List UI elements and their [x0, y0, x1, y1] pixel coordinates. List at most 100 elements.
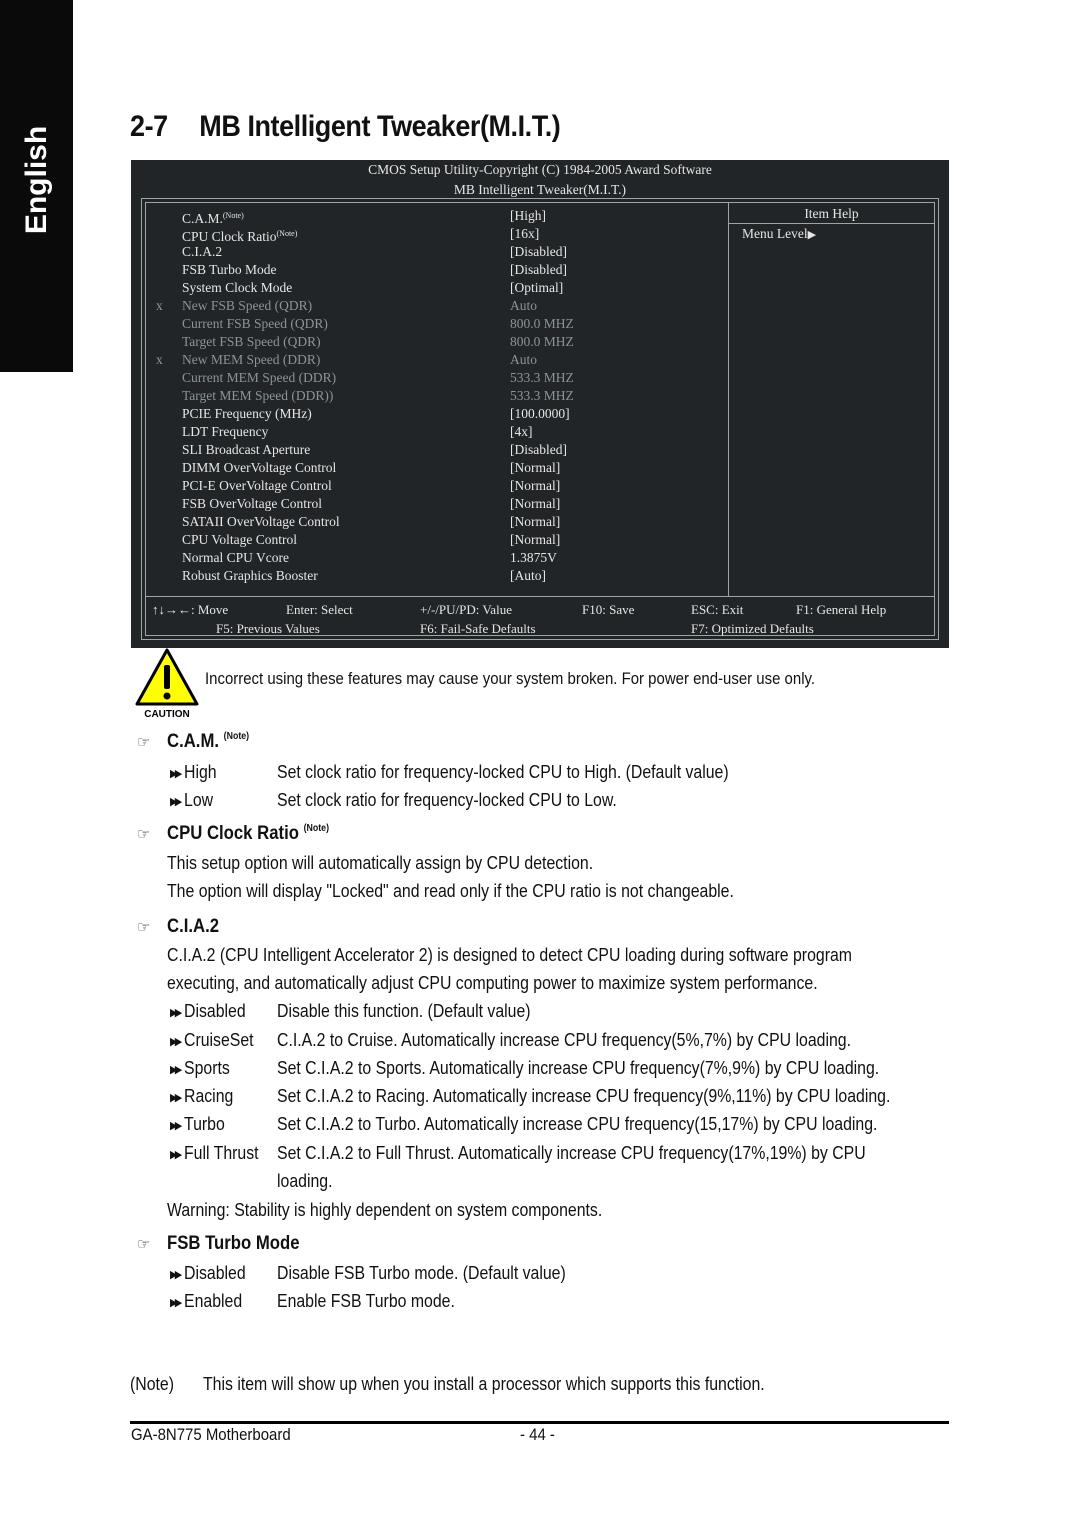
- bios-item-label: LDT Frequency: [182, 423, 268, 441]
- bios-item-label-text: SLI Broadcast Aperture: [182, 442, 311, 457]
- disabled-mark: x: [156, 298, 163, 313]
- bios-item-label-text: PCIE Frequency (MHz): [182, 406, 312, 421]
- bios-item-label-text: LDT Frequency: [182, 424, 269, 439]
- option-name: Turbo: [184, 1114, 225, 1134]
- pointing-hand-icon: ☞: [137, 826, 151, 843]
- bios-menu-item[interactable]: Robust Graphics Booster [Auto]: [146, 567, 721, 585]
- bios-menu-item[interactable]: SLI Broadcast Aperture [Disabled]: [146, 441, 721, 459]
- bios-key-separator: [146, 596, 934, 597]
- bios-menu-item[interactable]: Normal CPU Vcore 1.3875V: [146, 549, 721, 567]
- bios-menu-item[interactable]: x New MEM Speed (DDR) Auto: [146, 351, 721, 369]
- double-arrow-icon: ▶▶: [170, 1036, 182, 1048]
- cam-note-mark: (Note): [223, 731, 250, 742]
- cia2-option-desc: Set C.I.A.2 to Racing. Automatically inc…: [277, 1086, 891, 1106]
- bios-item-value[interactable]: [High]: [510, 207, 546, 225]
- cia2-line-1: C.I.A.2 (CPU Intelligent Accelerator 2) …: [167, 945, 852, 965]
- bios-item-label-text: Target MEM Speed (DDR)): [182, 388, 334, 403]
- bios-item-value[interactable]: [Normal]: [510, 513, 560, 531]
- bios-item-value[interactable]: [16x]: [510, 225, 539, 243]
- bios-item-label-text: CPU Voltage Control: [182, 532, 298, 547]
- footer-model: GA-8N775 Motherboard: [131, 1425, 291, 1444]
- bios-menu-item[interactable]: PCI-E OverVoltage Control [Normal]: [146, 477, 721, 495]
- key-exit: ESC: Exit: [691, 602, 744, 617]
- bios-item-label: PCIE Frequency (MHz): [182, 405, 312, 423]
- bios-menu-item[interactable]: Current FSB Speed (QDR) 800.0 MHZ: [146, 315, 721, 333]
- pointing-hand-icon: ☞: [137, 919, 151, 936]
- bios-menu-item[interactable]: Target FSB Speed (QDR) 800.0 MHZ: [146, 333, 721, 351]
- bios-item-label: Normal CPU Vcore: [182, 549, 289, 567]
- bios-item-label-text: PCI-E OverVoltage Control: [182, 478, 332, 493]
- double-arrow-icon: ▶▶: [170, 1092, 182, 1104]
- double-arrow-icon: ▶▶: [170, 1269, 182, 1281]
- bios-item-label: Current MEM Speed (DDR): [182, 369, 336, 387]
- bios-menu-item[interactable]: PCIE Frequency (MHz) [100.0000]: [146, 405, 721, 423]
- bios-menu-item[interactable]: SATAII OverVoltage Control [Normal]: [146, 513, 721, 531]
- bios-item-value[interactable]: [Optimal]: [510, 279, 563, 297]
- bios-menu-item[interactable]: LDT Frequency [4x]: [146, 423, 721, 441]
- bios-item-label: New MEM Speed (DDR): [182, 351, 320, 369]
- cia2-option-desc: Set C.I.A.2 to Full Thrust. Automaticall…: [277, 1143, 866, 1163]
- double-arrow-icon: ▶▶: [170, 1149, 182, 1161]
- bios-menu-item[interactable]: DIMM OverVoltage Control [Normal]: [146, 459, 721, 477]
- bios-item-value[interactable]: [Disabled]: [510, 243, 567, 261]
- language-label: English: [19, 125, 53, 235]
- bios-menu-item[interactable]: C.I.A.2 [Disabled]: [146, 243, 721, 261]
- footer-page-number: - 44 -: [520, 1425, 555, 1444]
- bios-item-label-text: C.A.M.: [182, 211, 223, 226]
- cpu-ratio-note-mark: (Note): [303, 823, 330, 834]
- bios-menu-item[interactable]: Current MEM Speed (DDR) 533.3 MHZ: [146, 369, 721, 387]
- bios-item-value[interactable]: [Normal]: [510, 495, 560, 513]
- note-mark: (Note): [276, 229, 298, 238]
- bios-item-value[interactable]: [Normal]: [510, 459, 560, 477]
- option-name: Sports: [184, 1058, 230, 1078]
- cpu-ratio-heading: CPU Clock Ratio (Note): [167, 823, 329, 845]
- pointing-hand-icon: ☞: [137, 1236, 151, 1253]
- bios-item-value[interactable]: 533.3 MHZ: [510, 387, 574, 405]
- cpu-ratio-heading-text: CPU Clock Ratio: [167, 823, 299, 844]
- bios-item-label: Current FSB Speed (QDR): [182, 315, 328, 333]
- option-name: Low: [184, 790, 214, 810]
- bios-item-label-text: CPU Clock Ratio: [182, 229, 277, 244]
- bios-menu-item[interactable]: System Clock Mode [Optimal]: [146, 279, 721, 297]
- bios-menu-item[interactable]: x New FSB Speed (QDR) Auto: [146, 297, 721, 315]
- bios-item-label-text: System Clock Mode: [182, 280, 293, 295]
- bios-item-label: Target FSB Speed (QDR): [182, 333, 321, 351]
- option-name: High: [184, 762, 217, 782]
- fsb-turbo-heading: FSB Turbo Mode: [167, 1233, 300, 1254]
- bios-menu-item[interactable]: FSB Turbo Mode [Disabled]: [146, 261, 721, 279]
- cia2-option-desc: Disable this function. (Default value): [277, 1001, 531, 1021]
- note-label: (Note): [130, 1374, 175, 1394]
- bios-item-value[interactable]: [Auto]: [510, 567, 546, 585]
- bios-item-value[interactable]: Auto: [510, 297, 537, 315]
- caution-icon: CAUTION: [135, 648, 199, 719]
- bios-item-label-text: New MEM Speed (DDR): [182, 352, 321, 367]
- bios-item-value[interactable]: [100.0000]: [510, 405, 570, 423]
- caution-text: Incorrect using these features may cause…: [205, 669, 816, 688]
- bios-menu-item[interactable]: CPU Clock Ratio(Note) [16x]: [146, 225, 721, 244]
- fsb-option-disabled: ▶▶ Disabled: [170, 1263, 246, 1284]
- cia2-heading: C.I.A.2: [167, 916, 220, 937]
- bios-item-value[interactable]: 800.0 MHZ: [510, 315, 574, 333]
- bios-item-value[interactable]: 800.0 MHZ: [510, 333, 574, 351]
- bios-item-value[interactable]: [Normal]: [510, 531, 560, 549]
- key-optimized-defaults: F7: Optimized Defaults: [691, 621, 814, 636]
- cia2-fullthrust-desc-cont: loading.: [277, 1171, 333, 1191]
- bios-item-value[interactable]: 1.3875V: [510, 549, 557, 567]
- bios-item-value[interactable]: [Normal]: [510, 477, 560, 495]
- bios-menu-item[interactable]: C.A.M.(Note) [High]: [146, 207, 721, 226]
- bios-item-value[interactable]: [Disabled]: [510, 441, 567, 459]
- bios-menu-item[interactable]: Target MEM Speed (DDR)) 533.3 MHZ: [146, 387, 721, 405]
- bios-item-value[interactable]: [Disabled]: [510, 261, 567, 279]
- bios-item-value[interactable]: [4x]: [510, 423, 533, 441]
- bios-item-label-text: FSB OverVoltage Control: [182, 496, 323, 511]
- bios-item-value[interactable]: Auto: [510, 351, 537, 369]
- fsb-option-disabled-desc: Disable FSB Turbo mode. (Default value): [277, 1263, 566, 1283]
- bios-item-label-text: C.I.A.2: [182, 244, 223, 259]
- option-name: Racing: [184, 1086, 234, 1106]
- bios-menu-item[interactable]: CPU Voltage Control [Normal]: [146, 531, 721, 549]
- bios-menu-item[interactable]: FSB OverVoltage Control [Normal]: [146, 495, 721, 513]
- bios-item-label: FSB OverVoltage Control: [182, 495, 322, 513]
- cam-heading-text: C.A.M.: [167, 731, 220, 752]
- item-help-panel: Item Help Menu Level▶: [728, 203, 934, 596]
- bios-item-value[interactable]: 533.3 MHZ: [510, 369, 574, 387]
